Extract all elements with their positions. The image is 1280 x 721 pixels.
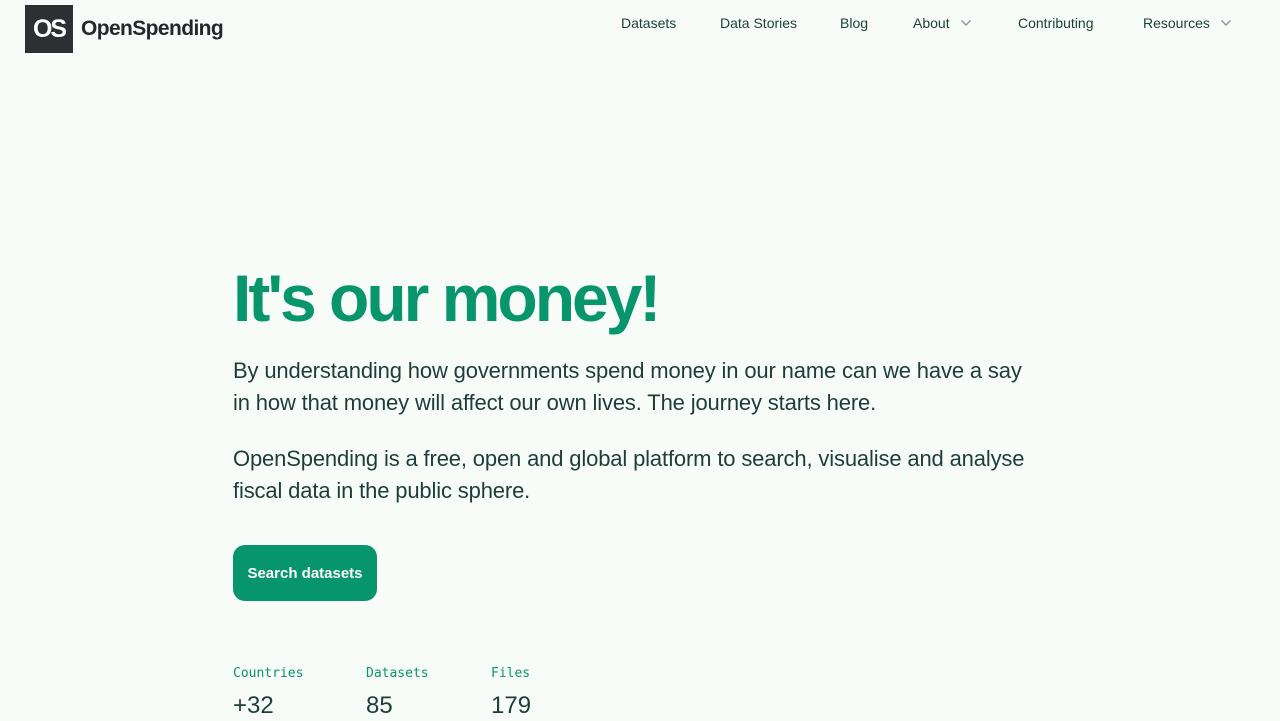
nav-item-label: Contributing: [1018, 15, 1094, 31]
stat-value: 85: [366, 692, 393, 719]
stat-countries: Countries +32: [233, 664, 303, 721]
stat-files: Files 179: [491, 664, 531, 721]
page-title: It's our money!: [233, 261, 661, 335]
nav-item-label: Data Stories: [720, 15, 798, 31]
stat-label: Files: [491, 666, 531, 681]
stat-label: Countries: [233, 666, 304, 681]
hero-intro-text: By understanding how governments spend m…: [233, 358, 1022, 415]
stat-label: Datasets: [366, 666, 429, 681]
stat-value: 179: [491, 692, 532, 719]
chevron-down-icon: [1220, 17, 1232, 29]
nav-item-label: Datasets: [621, 15, 677, 31]
nav-item-about[interactable]: About: [913, 14, 972, 32]
nav-item-resources[interactable]: Resources: [1143, 14, 1232, 32]
stat-value: +32: [233, 692, 274, 719]
nav-item-blog[interactable]: Blog: [840, 14, 868, 32]
hero-description-text: OpenSpending is a free, open and global …: [233, 446, 1025, 503]
nav-item-datasets[interactable]: Datasets: [621, 14, 676, 32]
nav-item-contributing[interactable]: Contributing: [1018, 14, 1094, 32]
chevron-down-icon: [960, 17, 972, 29]
site-header: OS OpenSpending Datasets Data Stories Bl…: [0, 0, 1280, 56]
nav-item-label: Blog: [840, 15, 869, 31]
main-nav: Datasets Data Stories Blog About Contrib…: [0, 0, 1280, 46]
stat-datasets: Datasets 85: [366, 664, 429, 721]
nav-item-data-stories[interactable]: Data Stories: [720, 14, 797, 32]
nav-item-label: About: [913, 15, 950, 31]
search-datasets-button[interactable]: Search datasets: [233, 545, 377, 601]
nav-item-label: Resources: [1143, 15, 1210, 31]
